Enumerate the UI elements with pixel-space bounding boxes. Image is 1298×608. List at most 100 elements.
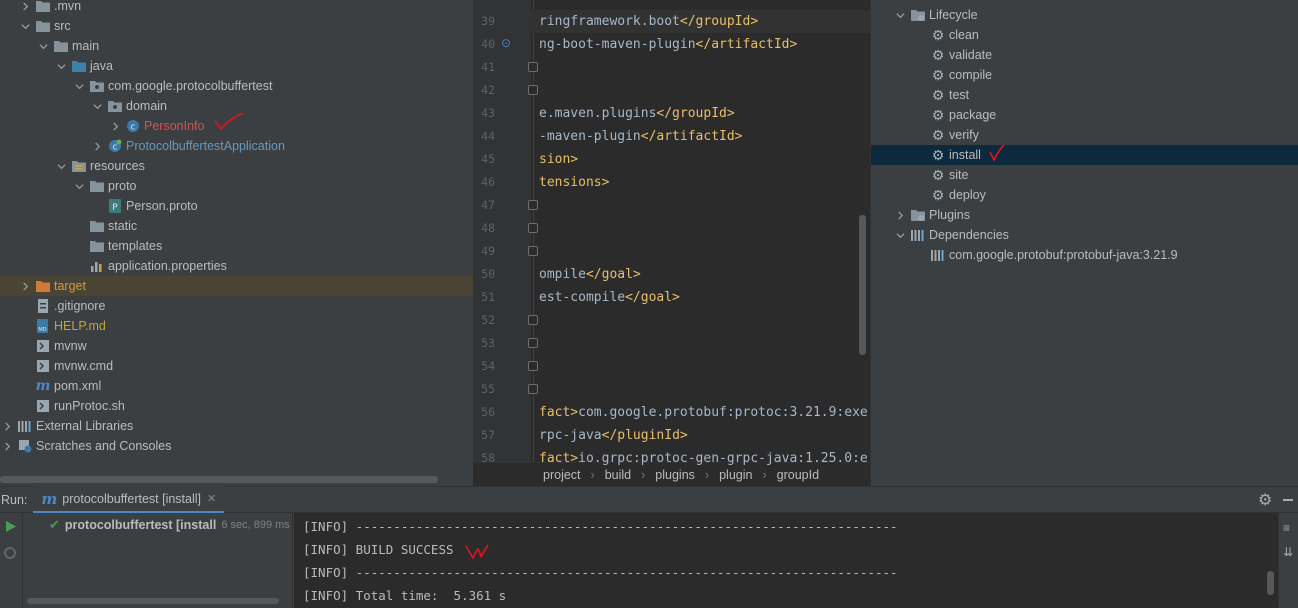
maven-item-validate[interactable]: ⚙ validate — [871, 45, 1298, 65]
tree-item-protocolbuffertestapplication[interactable]: c ProtocolbuffertestApplication — [0, 136, 473, 156]
maven-item-clean[interactable]: ⚙ clean — [871, 25, 1298, 45]
run-tree-item[interactable]: ✔ protocolbuffertest [install 6 sec, 899… — [49, 515, 290, 535]
code-line[interactable] — [539, 217, 870, 240]
svg-text:P: P — [112, 203, 118, 213]
tree-item-label: .gitignore — [54, 299, 106, 313]
chevron-down-icon[interactable] — [37, 40, 49, 52]
fold-marker-icon[interactable] — [528, 246, 538, 256]
chevron-down-icon[interactable] — [55, 60, 67, 72]
code-line[interactable]: tensions> — [539, 171, 870, 194]
code-line[interactable]: fact>com.google.protobuf:protoc:3.21.9:e… — [539, 401, 870, 424]
tree-item-target[interactable]: target — [0, 276, 473, 296]
chevron-right-icon[interactable] — [19, 0, 31, 12]
code-line[interactable] — [539, 309, 870, 332]
tree-item-java[interactable]: java — [0, 56, 473, 76]
tree-item-mvn[interactable]: .mvn — [0, 0, 473, 16]
fold-marker-icon[interactable] — [528, 338, 538, 348]
run-tree-scrollbar[interactable] — [27, 598, 279, 604]
scroll-to-end-icon[interactable]: ⇊ — [1283, 545, 1293, 559]
close-icon[interactable]: ✕ — [207, 492, 216, 505]
chevron-right-icon[interactable] — [19, 280, 31, 292]
maven-item-site[interactable]: ⚙ site — [871, 165, 1298, 185]
code-line[interactable] — [539, 56, 870, 79]
chevron-down-icon[interactable] — [894, 9, 906, 21]
tree-item-runprotoc-sh[interactable]: runProtoc.sh — [0, 396, 473, 416]
tree-item-help-md[interactable]: MD HELP.md — [0, 316, 473, 336]
tree-item-static[interactable]: static — [0, 216, 473, 236]
maven-item-test[interactable]: ⚙ test — [871, 85, 1298, 105]
svg-text:c: c — [113, 143, 118, 153]
minimize-icon[interactable] — [1283, 499, 1293, 501]
code-line[interactable]: ompile</goal> — [539, 263, 870, 286]
tree-item-main[interactable]: main — [0, 36, 473, 56]
project-tree-horizontal-scrollbar[interactable] — [0, 476, 438, 483]
chevron-down-icon[interactable] — [19, 20, 31, 32]
tree-item-com-google-protocolbuffertest[interactable]: com.google.protocolbuffertest — [0, 76, 473, 96]
code-line[interactable]: ringframework.boot</groupId> — [539, 10, 870, 33]
tree-item-mvnw-cmd[interactable]: mvnw.cmd — [0, 356, 473, 376]
fold-marker-icon[interactable] — [528, 62, 538, 72]
chevron-right-icon[interactable] — [109, 120, 121, 132]
tree-item-external-libraries[interactable]: External Libraries — [0, 416, 473, 436]
tree-item-proto[interactable]: proto — [0, 176, 473, 196]
maven-item-com-google-protobuf-protobuf-java-3-21-9[interactable]: com.google.protobuf:protobuf-java:3.21.9 — [871, 245, 1298, 265]
code-line[interactable] — [539, 194, 870, 217]
code-line[interactable] — [539, 240, 870, 263]
shell-file-icon — [36, 339, 50, 353]
code-line[interactable]: -maven-plugin</artifactId> — [539, 125, 870, 148]
rerun-icon[interactable] — [4, 520, 17, 533]
maven-item-verify[interactable]: ⚙ verify — [871, 125, 1298, 145]
fold-marker-icon[interactable] — [528, 315, 538, 325]
code-token: -maven-plugin — [539, 129, 641, 144]
chevron-down-icon[interactable] — [73, 180, 85, 192]
code-line[interactable]: sion> — [539, 148, 870, 171]
fold-marker-icon[interactable] — [528, 384, 538, 394]
chevron-right-icon[interactable] — [1, 440, 13, 452]
chevron-right-icon[interactable] — [894, 209, 906, 221]
maven-item-lifecycle[interactable]: Lifecycle — [871, 5, 1298, 25]
maven-item-deploy[interactable]: ⚙ deploy — [871, 185, 1298, 205]
maven-item-dependencies[interactable]: Dependencies — [871, 225, 1298, 245]
tree-item-templates[interactable]: templates — [0, 236, 473, 256]
stop-icon[interactable] — [2, 546, 18, 560]
gear-icon: ⚙ — [931, 166, 945, 183]
fold-marker-icon[interactable] — [528, 85, 538, 95]
code-line[interactable] — [539, 378, 870, 401]
soft-wrap-icon[interactable]: ≡ — [1283, 521, 1290, 535]
maven-item-compile[interactable]: ⚙ compile — [871, 65, 1298, 85]
code-line[interactable] — [539, 355, 870, 378]
run-gutter-icon[interactable]: ⊙ — [501, 36, 511, 50]
code-line[interactable]: rpc-java</pluginId> — [539, 424, 870, 447]
maven-item-install[interactable]: ⚙ install — [871, 145, 1298, 165]
chevron-down-icon[interactable] — [894, 229, 906, 241]
code-line[interactable]: est-compile</goal> — [539, 286, 870, 309]
tree-item-gitignore[interactable]: .gitignore — [0, 296, 473, 316]
chevron-right-icon[interactable] — [1, 420, 13, 432]
code-line[interactable]: fact>io.grpc:protoc-gen-grpc-java:1.25.0… — [539, 447, 870, 470]
fold-marker-icon[interactable] — [528, 223, 538, 233]
console-scrollbar[interactable] — [1267, 571, 1274, 595]
tree-item-person-proto[interactable]: P Person.proto — [0, 196, 473, 216]
run-tab[interactable]: m protocolbuffertest [install] ✕ — [33, 486, 225, 513]
chevron-right-icon[interactable] — [91, 140, 103, 152]
code-line[interactable]: e.maven.plugins</groupId> — [539, 102, 870, 125]
fold-marker-icon[interactable] — [528, 361, 538, 371]
tree-item-scratches-and-consoles[interactable]: Scratches and Consoles — [0, 436, 473, 456]
console-output[interactable]: [INFO] ---------------------------------… — [294, 513, 1278, 608]
code-line[interactable] — [539, 79, 870, 102]
chevron-down-icon[interactable] — [73, 80, 85, 92]
fold-marker-icon[interactable] — [528, 200, 538, 210]
tree-item-application-properties[interactable]: application.properties — [0, 256, 473, 276]
tree-item-src[interactable]: src — [0, 16, 473, 36]
tree-item-mvnw[interactable]: mvnw — [0, 336, 473, 356]
tree-item-pom-xml[interactable]: m pom.xml — [0, 376, 473, 396]
code-line[interactable]: ng-boot-maven-plugin</artifactId> — [539, 33, 870, 56]
maven-item-package[interactable]: ⚙ package — [871, 105, 1298, 125]
chevron-down-icon[interactable] — [91, 100, 103, 112]
tree-item-resources[interactable]: resources — [0, 156, 473, 176]
chevron-down-icon[interactable] — [55, 160, 67, 172]
code-line[interactable] — [539, 332, 870, 355]
gear-icon[interactable]: ⚙ — [1258, 490, 1272, 510]
maven-item-plugins[interactable]: Plugins — [871, 205, 1298, 225]
